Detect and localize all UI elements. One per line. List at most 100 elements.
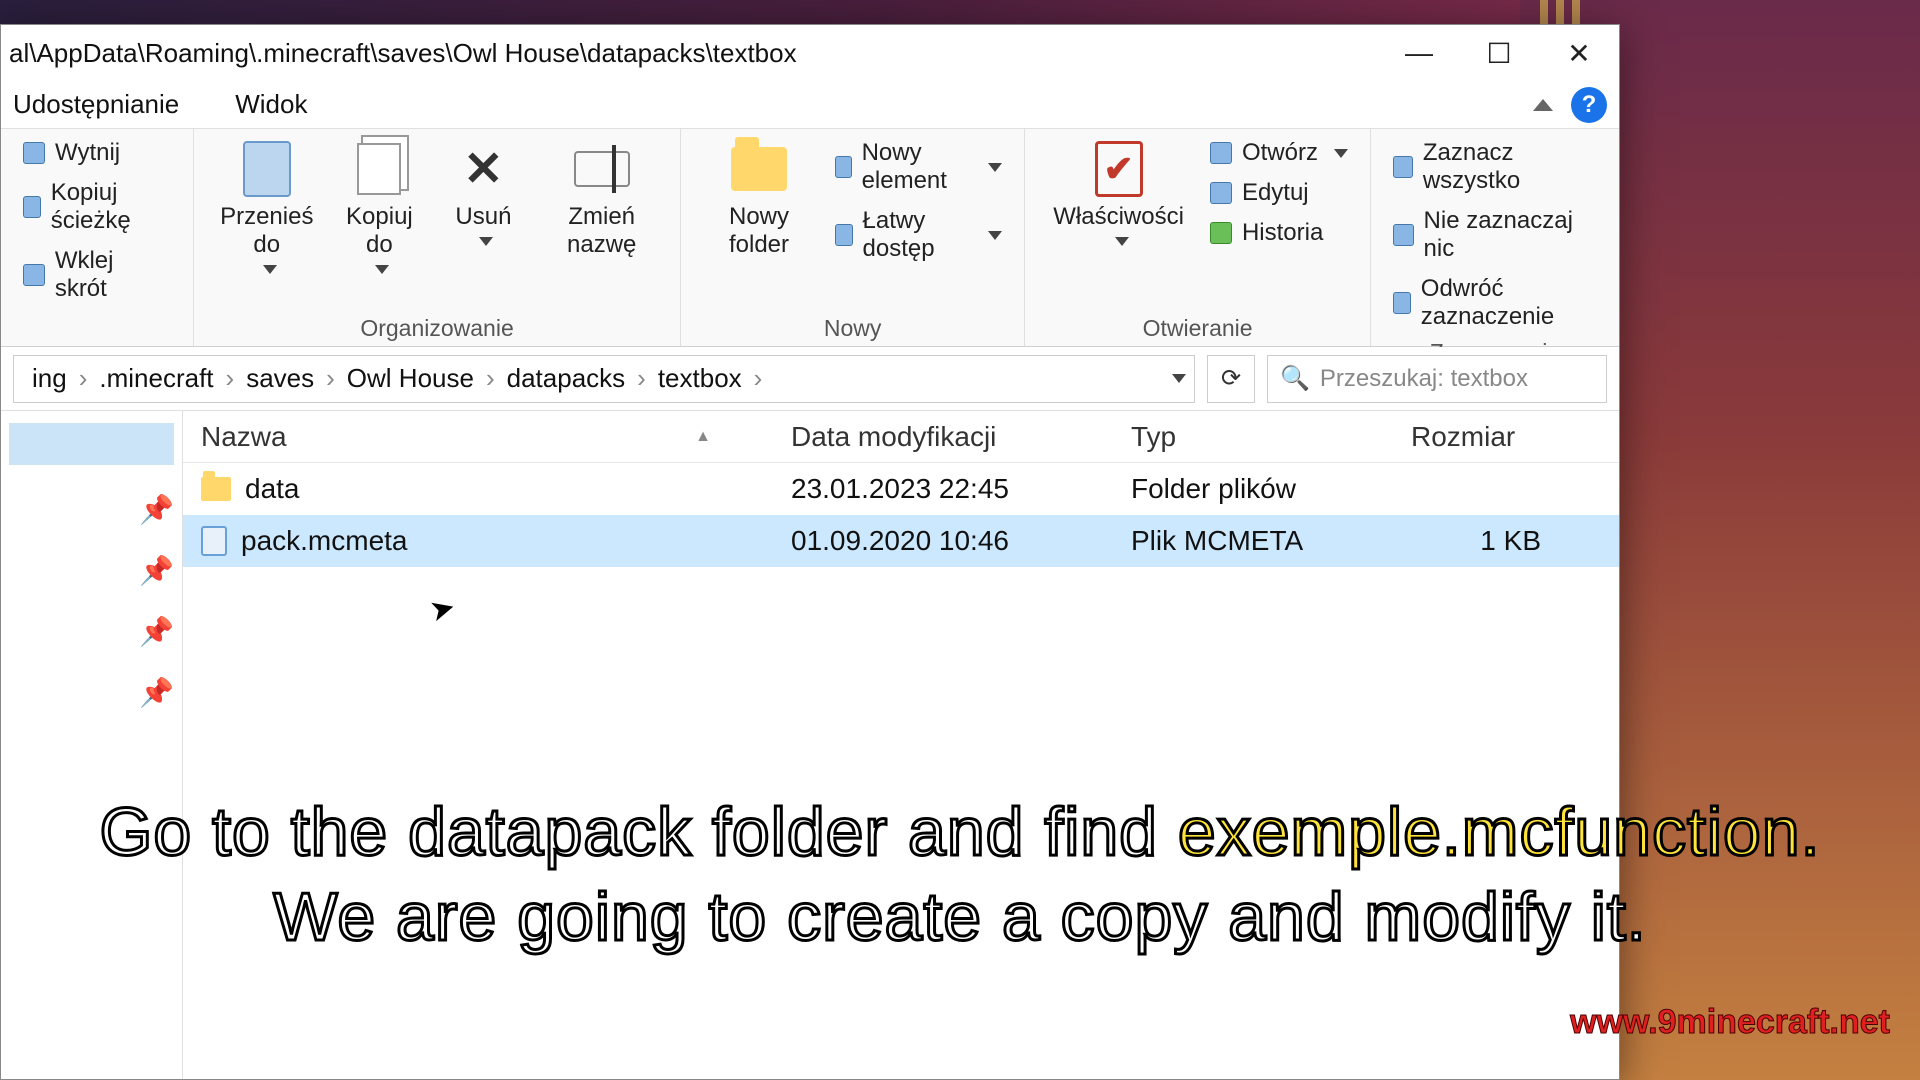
move-to-icon (243, 141, 291, 197)
new-item-icon (835, 156, 852, 178)
open-group-label: Otwieranie (1043, 315, 1352, 342)
address-bar-row: ing› .minecraft› saves› Owl House› datap… (1, 347, 1619, 411)
chevron-down-icon (988, 231, 1002, 240)
folder-icon (201, 477, 231, 501)
search-placeholder: Przeszukaj: textbox (1320, 365, 1528, 393)
title-bar[interactable]: al\AppData\Roaming\.minecraft\saves\Owl … (1, 25, 1619, 81)
new-folder-button[interactable]: Nowy folder (699, 137, 819, 263)
copy-path-button[interactable]: Kopiuj ścieżkę (19, 177, 175, 237)
maximize-button[interactable]: ☐ (1459, 25, 1539, 81)
column-headers[interactable]: Nazwa▲ Data modyfikacji Typ Rozmiar (183, 411, 1619, 463)
search-box[interactable]: 🔍 Przeszukaj: textbox (1267, 355, 1607, 403)
move-to-button[interactable]: Przenieś do (212, 137, 321, 278)
history-icon (1210, 222, 1232, 244)
pin-icon[interactable]: 📌 (139, 554, 174, 587)
paste-shortcut-label: Wklej skrót (55, 247, 171, 303)
pin-icon[interactable]: 📌 (139, 615, 174, 648)
select-none-label: Nie zaznaczaj nic (1424, 207, 1597, 263)
new-group-label: Nowy (699, 315, 1006, 342)
properties-label: Właściwości (1053, 203, 1184, 231)
file-explorer-window: al\AppData\Roaming\.minecraft\saves\Owl … (0, 24, 1620, 1080)
menu-view[interactable]: Widok (235, 89, 307, 120)
col-modified[interactable]: Data modyfikacji (791, 421, 1131, 453)
window-title-path: al\AppData\Roaming\.minecraft\saves\Owl … (9, 38, 1379, 69)
file-list: Nazwa▲ Data modyfikacji Typ Rozmiar data… (183, 411, 1619, 1079)
file-modified: 23.01.2023 22:45 (791, 473, 1131, 505)
nav-active-item[interactable] (9, 423, 174, 465)
nav-pane[interactable]: 📌 📌 📌 📌 (1, 411, 183, 1079)
chevron-down-icon (988, 163, 1002, 172)
table-row[interactable]: pack.mcmeta 01.09.2020 10:46 Plik MCMETA… (183, 515, 1619, 567)
refresh-button[interactable]: ⟳ (1207, 355, 1255, 403)
col-type[interactable]: Typ (1131, 421, 1411, 453)
open-button[interactable]: Otwórz (1206, 137, 1352, 169)
chevron-right-icon: › (224, 363, 237, 394)
col-name: Nazwa▲ (201, 421, 791, 453)
easy-access-icon (835, 224, 853, 246)
minimize-button[interactable]: — (1379, 25, 1459, 81)
chevron-right-icon: › (77, 363, 90, 394)
invert-selection-button[interactable]: Odwróć zaznaczenie (1389, 273, 1601, 333)
ribbon-group-label (19, 315, 175, 342)
new-item-button[interactable]: Nowy element (831, 137, 1006, 197)
delete-label: Usuń (455, 203, 511, 231)
file-name: data (245, 473, 300, 505)
select-all-button[interactable]: Zaznacz wszystko (1389, 137, 1601, 197)
easy-access-label: Łatwy dostęp (863, 207, 973, 263)
scissors-icon (23, 142, 45, 164)
history-button[interactable]: Historia (1206, 217, 1352, 249)
chevron-down-icon (1334, 149, 1348, 158)
crumb[interactable]: textbox (648, 363, 752, 394)
select-all-icon (1393, 156, 1413, 178)
sort-indicator-icon: ▲ (695, 428, 711, 446)
ribbon-group-organize: Przenieś do Kopiuj do ✕ Usuń Zmień nazwę… (194, 129, 681, 346)
menu-share[interactable]: Udostępnianie (13, 89, 179, 120)
crumb[interactable]: Owl House (337, 363, 484, 394)
select-none-icon (1393, 224, 1414, 246)
help-icon[interactable]: ? (1571, 87, 1607, 123)
ribbon-group-new: Nowy folder Nowy element Łatwy dostęp No… (681, 129, 1025, 346)
ribbon-group-clipboard: Wytnij Kopiuj ścieżkę Wklej skrót (1, 129, 194, 346)
chevron-right-icon: › (484, 363, 497, 394)
chevron-down-icon (375, 265, 389, 274)
rename-button[interactable]: Zmień nazwę (541, 137, 662, 263)
chevron-down-icon (1115, 237, 1129, 246)
file-name: pack.mcmeta (241, 525, 408, 557)
properties-button[interactable]: ✔ Właściwości (1043, 137, 1194, 250)
select-none-button[interactable]: Nie zaznaczaj nic (1389, 205, 1601, 265)
pin-icon[interactable]: 📌 (139, 493, 174, 526)
crumb[interactable]: saves (236, 363, 324, 394)
crumb[interactable]: datapacks (497, 363, 636, 394)
collapse-ribbon-icon[interactable] (1533, 99, 1553, 111)
edit-button[interactable]: Edytuj (1206, 177, 1352, 209)
chevron-right-icon: › (324, 363, 337, 394)
rename-icon (574, 151, 630, 187)
move-to-label: Przenieś do (220, 203, 313, 259)
file-modified: 01.09.2020 10:46 (791, 525, 1131, 557)
paste-shortcut-button[interactable]: Wklej skrót (19, 245, 175, 305)
file-type: Plik MCMETA (1131, 525, 1411, 557)
ribbon-group-select: Zaznacz wszystko Nie zaznaczaj nic Odwró… (1371, 129, 1619, 346)
copy-to-label: Kopiuj do (343, 203, 415, 259)
open-label: Otwórz (1242, 139, 1318, 167)
breadcrumb-dropdown-icon[interactable] (1172, 374, 1186, 383)
copy-path-icon (23, 196, 41, 218)
delete-icon: ✕ (463, 141, 503, 197)
pin-icon[interactable]: 📌 (139, 676, 174, 709)
table-row[interactable]: data 23.01.2023 22:45 Folder plików (183, 463, 1619, 515)
crumb[interactable]: ing (22, 363, 77, 394)
chevron-right-icon: › (635, 363, 648, 394)
cut-button[interactable]: Wytnij (19, 137, 175, 169)
easy-access-button[interactable]: Łatwy dostęp (831, 205, 1006, 265)
file-size: 1 KB (1411, 525, 1561, 557)
delete-button[interactable]: ✕ Usuń (437, 137, 529, 250)
breadcrumb[interactable]: ing› .minecraft› saves› Owl House› datap… (13, 355, 1195, 403)
close-button[interactable]: ✕ (1539, 25, 1619, 81)
col-size[interactable]: Rozmiar (1411, 421, 1561, 453)
copy-path-label: Kopiuj ścieżkę (51, 179, 171, 235)
copy-to-button[interactable]: Kopiuj do (333, 137, 425, 278)
cut-label: Wytnij (55, 139, 120, 167)
folder-icon (731, 147, 787, 191)
crumb[interactable]: .minecraft (89, 363, 223, 394)
open-icon (1210, 142, 1232, 164)
